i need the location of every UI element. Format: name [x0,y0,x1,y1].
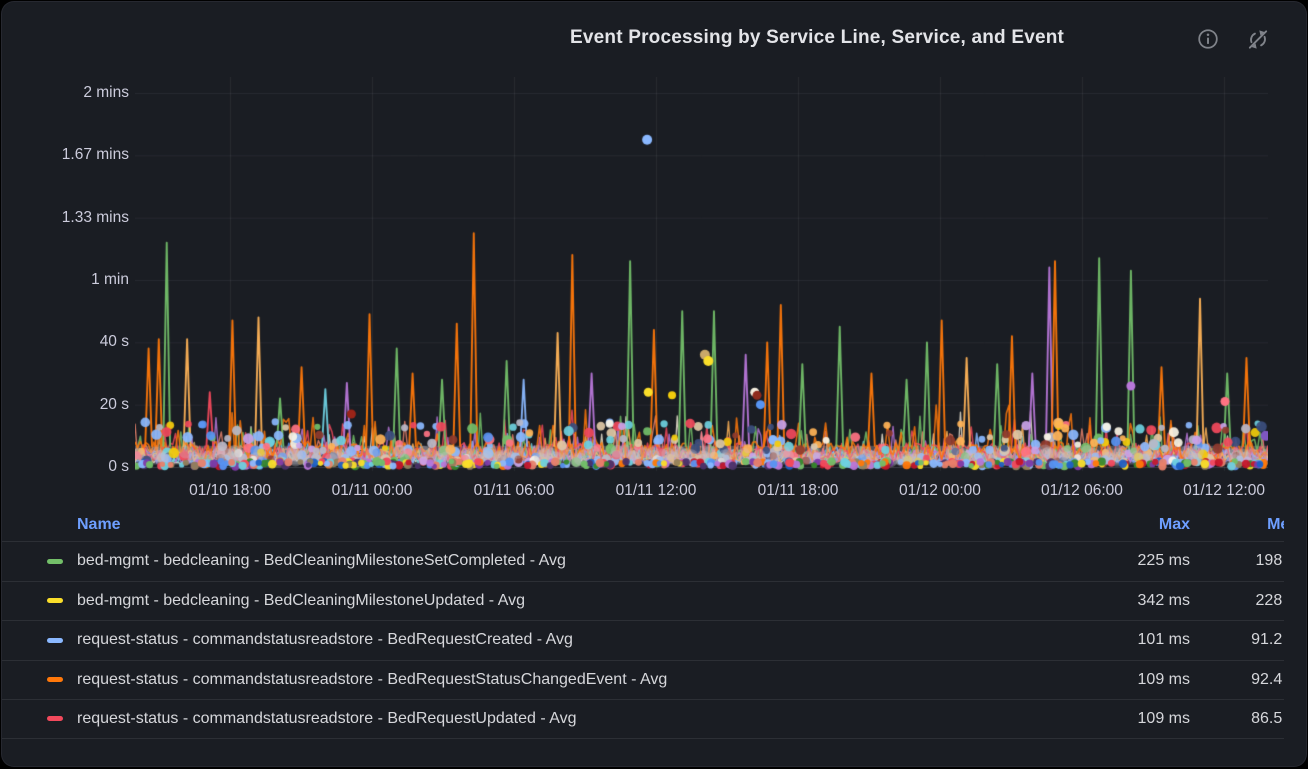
y-axis-tick-label: 1.33 mins [2,207,129,229]
x-axis-tick-label: 01/11 18:00 [733,480,863,502]
x-axis-tick-label: 01/10 18:00 [165,480,295,502]
series-mean-value: 228 ms [1190,592,1284,610]
legend-header-mean[interactable]: Mean [1190,516,1284,534]
grafana-panel: Event Processing by Service Line, Servic… [1,1,1307,767]
legend-row[interactable]: request-status - commandstatusreadstore … [2,660,1284,700]
y-axis-tick-label: 1.67 mins [2,144,129,166]
series-color-swatch [47,559,63,564]
x-axis-tick-label: 01/12 12:00 [1159,480,1289,502]
series-name: request-status - commandstatusreadstore … [77,671,1052,689]
legend-row[interactable]: request-status - commandstatusreadstore … [2,620,1284,660]
legend-row[interactable]: bed-mgmt - bedcleaning - BedCleaningMile… [2,581,1284,621]
legend-header-row: NameMaxMean [2,508,1284,541]
y-axis-tick-label: 20 s [2,394,129,416]
x-axis-tick-label: 01/12 00:00 [875,480,1005,502]
series-mean-value: 92.4 ms [1190,671,1284,689]
series-name: bed-mgmt - bedcleaning - BedCleaningMile… [77,592,1052,610]
series-max-value: 109 ms [1052,710,1190,728]
y-axis-tick-label: 2 mins [2,82,129,104]
series-color-swatch [47,716,63,721]
series-max-value: 342 ms [1052,592,1190,610]
series-max-value: 101 ms [1052,631,1190,649]
x-axis-tick-label: 01/11 06:00 [449,480,579,502]
series-max-value: 109 ms [1052,671,1190,689]
y-axis-tick-label: 40 s [2,331,129,353]
series-color-swatch [47,677,63,682]
legend-header-max[interactable]: Max [1052,516,1190,534]
series-name: request-status - commandstatusreadstore … [77,710,1052,728]
legend-row[interactable]: bed-mgmt - bedcleaning - BedCleaningMile… [2,541,1284,581]
time-series-chart[interactable] [135,77,1268,474]
x-axis-tick-label: 01/11 12:00 [591,480,721,502]
series-mean-value: 198 ms [1190,552,1284,570]
legend-table: NameMaxMean bed-mgmt - bedcleaning - BedC… [2,508,1284,764]
y-axis-tick-label: 0 s [2,456,129,478]
x-axis-tick-label: 01/12 06:00 [1017,480,1147,502]
legend-header-name[interactable]: Name [77,516,1052,534]
series-max-value: 225 ms [1052,552,1190,570]
series-color-swatch [47,598,63,603]
series-color-swatch [47,638,63,643]
series-name: request-status - commandstatusreadstore … [77,631,1052,649]
series-mean-value: 91.2 ms [1190,631,1284,649]
series-mean-value: 86.5 ms [1190,710,1284,728]
series-name: bed-mgmt - bedcleaning - BedCleaningMile… [77,552,1052,570]
legend-row[interactable]: request-status - commandstatusreadstore … [2,699,1284,739]
x-axis-tick-label: 01/11 00:00 [307,480,437,502]
y-axis-tick-label: 1 min [2,269,129,291]
